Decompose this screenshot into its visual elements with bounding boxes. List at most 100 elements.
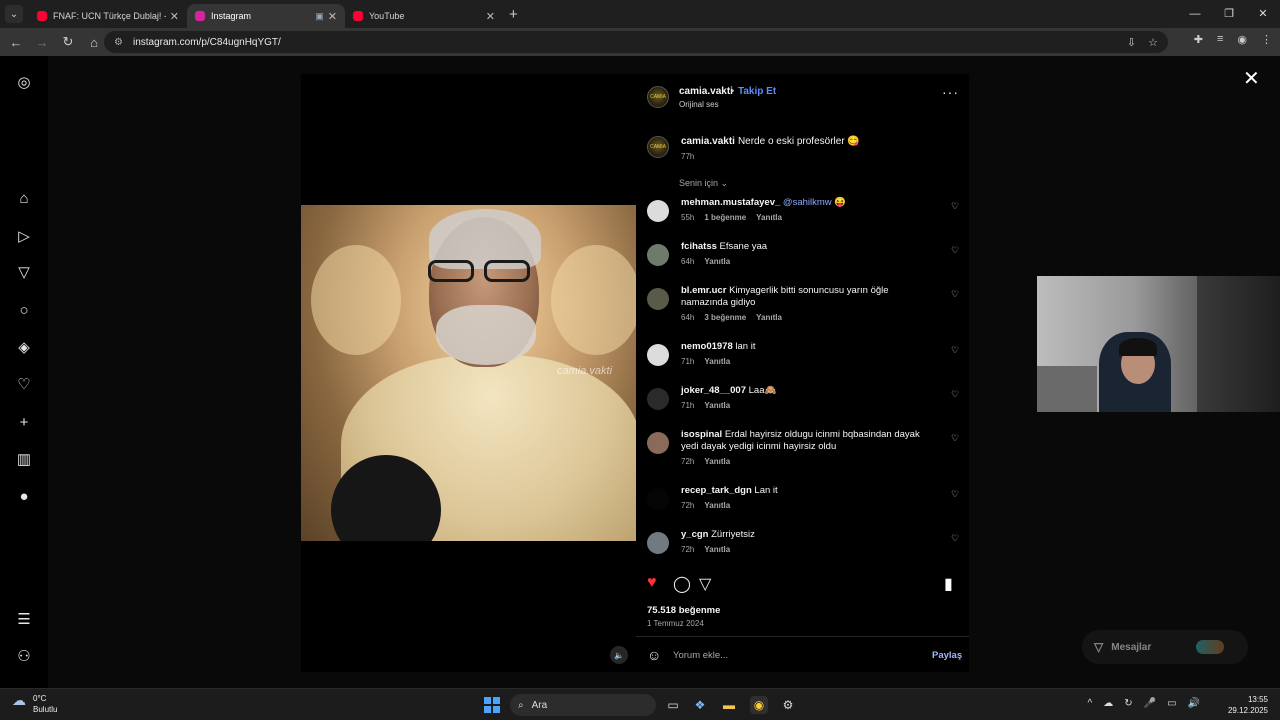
search-icon[interactable]: ○ [14, 300, 34, 320]
messages-button[interactable]: ▽ Mesajlar [1082, 630, 1248, 664]
commenter-avatar[interactable] [647, 244, 669, 266]
display-icon[interactable]: ▭ [1167, 698, 1176, 709]
windows-start-icon[interactable] [484, 697, 500, 713]
comment-username[interactable]: fcihatss [681, 241, 717, 252]
commenter-avatar[interactable] [647, 200, 669, 222]
tab-instagram[interactable]: Instagram ▣ ✕ [187, 4, 345, 28]
comment-like-heart-icon[interactable]: ♡ [951, 389, 959, 400]
address-bar[interactable]: ⚙ instagram.com/p/C84ugnHqYGT/ ⇩ ☆ [104, 31, 1168, 53]
post-comment-button[interactable]: Paylaş [932, 650, 962, 661]
comment-input[interactable]: Yorum ekle... [673, 650, 728, 661]
commenter-avatar[interactable] [647, 532, 669, 554]
volume-icon[interactable]: 🔊 [1188, 698, 1200, 709]
more-options-icon[interactable]: ··· [942, 84, 959, 100]
save-bookmark-icon[interactable]: ▮ [944, 574, 953, 594]
comment-like-heart-icon[interactable]: ♡ [951, 533, 959, 544]
comment-likes[interactable]: 3 beğenme [704, 313, 746, 322]
restore-icon[interactable]: ❐ [1212, 0, 1246, 28]
comment-like-heart-icon[interactable]: ♡ [951, 201, 959, 212]
audio-label[interactable]: Orijinal ses [679, 100, 719, 109]
comment-icon[interactable]: ◯ [673, 574, 691, 594]
home-icon[interactable]: ⌂ [82, 35, 106, 50]
reply-button[interactable]: Yanıtla [704, 545, 730, 554]
chrome-icon[interactable]: ◉ [750, 696, 768, 714]
back-icon[interactable]: ← [4, 35, 28, 50]
commenter-avatar[interactable] [647, 432, 669, 454]
close-modal-icon[interactable]: ✕ [1243, 66, 1260, 91]
task-view-icon[interactable]: ▭ [664, 696, 682, 714]
commenter-avatar[interactable] [647, 288, 669, 310]
comment-username[interactable]: y_cgn [681, 529, 708, 540]
commenter-avatar[interactable] [647, 488, 669, 510]
mute-toggle-icon[interactable]: 🔈 [610, 646, 628, 664]
reply-button[interactable]: Yanıtla [704, 257, 730, 266]
reading-list-icon[interactable]: ≡ [1217, 33, 1223, 46]
dashboard-icon[interactable]: ▥ [14, 449, 34, 469]
comment-mention[interactable]: @sahilkmw [783, 197, 832, 208]
post-video[interactable]: camia.vakti 🔈 [301, 74, 636, 672]
direct-send-icon[interactable]: ▽ [14, 262, 34, 282]
comment-sort-dropdown[interactable]: Senin için ⌄ [679, 178, 728, 189]
follow-button[interactable]: Takip Et [738, 86, 776, 97]
also-from-meta-icon[interactable]: ⚇ [14, 646, 34, 666]
notifications-heart-icon[interactable]: ♡ [14, 374, 34, 394]
author-avatar[interactable]: CAMIA [647, 86, 669, 108]
close-window-icon[interactable]: ✕ [1246, 0, 1280, 28]
cast-icon[interactable]: ▣ [315, 11, 324, 22]
comment-like-heart-icon[interactable]: ♡ [951, 489, 959, 500]
bookmark-star-icon[interactable]: ☆ [1148, 36, 1158, 49]
comment-username[interactable]: mehman.mustafayev_ [681, 197, 780, 208]
site-info-icon[interactable]: ⚙ [114, 37, 123, 48]
profile-avatar-icon[interactable]: ● [14, 486, 34, 506]
share-send-icon[interactable]: ▽ [699, 574, 711, 594]
microphone-icon[interactable]: 🎤 [1144, 698, 1156, 709]
new-tab-button[interactable]: + [509, 6, 518, 23]
tab-search-button[interactable]: ⌄ [5, 5, 23, 23]
comment-like-heart-icon[interactable]: ♡ [951, 345, 959, 356]
caption-username[interactable]: camia.vakti [681, 136, 735, 147]
tab-youtube[interactable]: YouTube ✕ [345, 4, 503, 28]
close-tab-icon[interactable]: ✕ [328, 10, 337, 23]
home-icon[interactable]: ⌂ [14, 188, 34, 208]
comment-username[interactable]: recep_tark_dgn [681, 485, 752, 496]
like-heart-icon[interactable]: ♥ [647, 574, 657, 592]
comment-like-heart-icon[interactable]: ♡ [951, 245, 959, 256]
more-menu-icon[interactable]: ☰ [14, 609, 34, 629]
reels-icon[interactable]: ▷ [14, 226, 34, 246]
close-tab-icon[interactable]: ✕ [486, 10, 495, 23]
author-username[interactable]: camia.vakti [679, 86, 733, 97]
create-plus-icon[interactable]: + [14, 412, 34, 432]
comment-username[interactable]: isospinal [681, 429, 722, 440]
taskbar-search[interactable]: ⌕ Ara [510, 694, 656, 716]
reply-button[interactable]: Yanıtla [704, 357, 730, 366]
show-hidden-icons-icon[interactable]: ^ [1088, 698, 1093, 709]
profile-avatar-icon[interactable]: ◉ [1237, 33, 1247, 46]
file-explorer-icon[interactable]: ▬ [720, 696, 738, 714]
app-icon[interactable]: ⚙ [779, 696, 797, 714]
extensions-icon[interactable]: ✚ [1194, 33, 1203, 46]
comment-likes[interactable]: 1 beğenme [704, 213, 746, 222]
comment-like-heart-icon[interactable]: ♡ [951, 289, 959, 300]
emoji-picker-icon[interactable]: ☺ [647, 647, 661, 663]
refresh-sync-icon[interactable]: ↻ [1124, 698, 1132, 709]
likes-count[interactable]: 75.518 beğenme [647, 605, 720, 616]
comment-username[interactable]: nemo01978 [681, 341, 733, 352]
minimize-icon[interactable]: — [1178, 0, 1212, 28]
reload-icon[interactable]: ↻ [56, 34, 80, 50]
commenter-avatar[interactable] [647, 344, 669, 366]
taskbar-clock[interactable]: 13:55 29.12.2025 [1228, 694, 1268, 716]
commenter-avatar[interactable] [647, 388, 669, 410]
forward-icon[interactable]: → [30, 35, 54, 50]
explore-compass-icon[interactable]: ◈ [14, 337, 34, 357]
caption-avatar[interactable]: CAMIA [647, 136, 669, 158]
reply-button[interactable]: Yanıtla [704, 401, 730, 410]
instagram-logo-icon[interactable]: ◎ [14, 72, 34, 92]
reply-button[interactable]: Yanıtla [756, 213, 782, 222]
comment-username[interactable]: bl.emr.ucr [681, 285, 726, 296]
browser-menu-icon[interactable]: ⋮ [1261, 33, 1272, 46]
copilot-icon[interactable]: ❖ [691, 696, 709, 714]
cloud-sync-icon[interactable]: ☁ [1103, 698, 1113, 709]
comment-like-heart-icon[interactable]: ♡ [951, 433, 959, 444]
tab-fnaf[interactable]: FNAF: UCN Türkçe Dublaj! - You ✕ [29, 4, 187, 28]
reply-button[interactable]: Yanıtla [704, 501, 730, 510]
